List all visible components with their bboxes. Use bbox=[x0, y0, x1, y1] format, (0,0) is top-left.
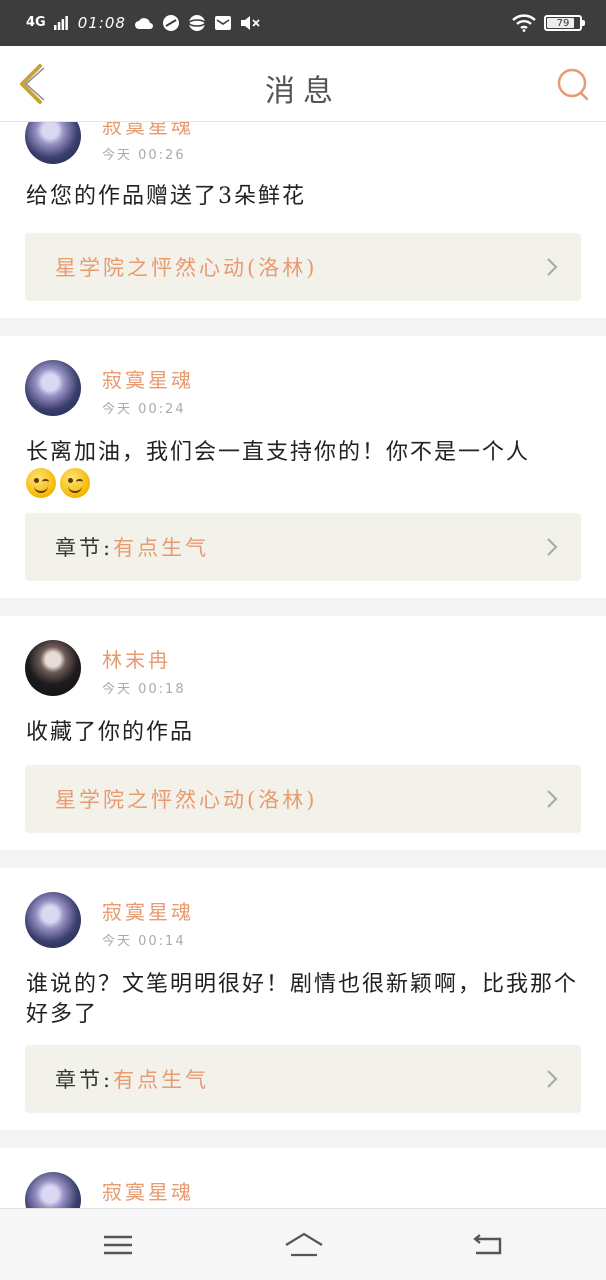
timestamp: 今天 00:26 bbox=[102, 148, 186, 163]
message-card: 寂寞星魂 今天 00:26 给您的作品赠送了3朵鲜花 星学院之怦然心动(洛林) bbox=[0, 122, 606, 318]
username[interactable]: 寂寞星魂 bbox=[102, 1176, 194, 1205]
username[interactable]: 寂寞星魂 bbox=[102, 364, 194, 393]
battery-level: 79 bbox=[556, 17, 570, 29]
status-right: 79 bbox=[512, 14, 585, 32]
page-title: 消息 bbox=[265, 74, 341, 109]
wink-emoji-icon bbox=[26, 468, 56, 498]
wink-emoji-icon bbox=[60, 468, 90, 498]
avatar[interactable] bbox=[25, 122, 81, 164]
avatar[interactable] bbox=[25, 360, 81, 416]
signal-icon bbox=[53, 16, 68, 30]
username[interactable]: 寂寞星魂 bbox=[102, 122, 194, 139]
timestamp: 今天 00:24 bbox=[102, 402, 186, 417]
message-content: 长离加油，我们会一直支持你的！你不是一个人 bbox=[26, 438, 580, 498]
chevron-right-icon bbox=[547, 258, 558, 276]
link-prefix: 章节: bbox=[55, 1068, 114, 1092]
chevron-right-icon bbox=[547, 790, 558, 808]
message-text: 长离加油，我们会一直支持你的！你不是一个人 bbox=[26, 440, 531, 465]
wifi-icon bbox=[512, 14, 536, 32]
link-prefix: 章节: bbox=[55, 536, 114, 560]
link-text: 有点生气 bbox=[113, 1068, 210, 1092]
menu-icon[interactable] bbox=[98, 1229, 138, 1261]
link-text: 有点生气 bbox=[113, 536, 210, 560]
battery-indicator: 79 bbox=[544, 15, 585, 31]
avatar[interactable] bbox=[25, 892, 81, 948]
home-icon[interactable] bbox=[283, 1229, 325, 1261]
mute-icon bbox=[240, 16, 260, 30]
clock: 01:08 bbox=[77, 14, 126, 32]
message-card: 林末冉 今天 00:18 收藏了你的作品 星学院之怦然心动(洛林) bbox=[0, 616, 606, 850]
chevron-right-icon bbox=[547, 1070, 558, 1088]
message-card: 寂寞星魂 今天 00:14 谁说的？文笔明明很好！剧情也很新颖啊，比我那个好多了… bbox=[0, 868, 606, 1130]
app-notification-icon bbox=[162, 15, 179, 31]
link-text: 星学院之怦然心动(洛林) bbox=[55, 788, 318, 812]
message-content: 谁说的？文笔明明很好！剧情也很新颖啊，比我那个好多了 bbox=[26, 972, 579, 1027]
return-icon[interactable] bbox=[468, 1229, 508, 1261]
search-icon bbox=[557, 68, 589, 101]
search-button[interactable] bbox=[554, 66, 592, 104]
network-indicator: 4G bbox=[26, 15, 46, 30]
mail-icon bbox=[214, 16, 231, 30]
status-left: 4G 01:08 bbox=[26, 14, 260, 32]
link-text: 星学院之怦然心动(洛林) bbox=[55, 256, 318, 280]
message-content: 收藏了你的作品 bbox=[26, 720, 195, 745]
top-bar: 消息 bbox=[0, 46, 606, 122]
timestamp: 今天 00:18 bbox=[102, 682, 186, 697]
username[interactable]: 寂寞星魂 bbox=[102, 896, 194, 925]
chapter-link[interactable]: 章节: 有点生气 bbox=[25, 513, 581, 581]
avatar[interactable] bbox=[25, 640, 81, 696]
work-link[interactable]: 星学院之怦然心动(洛林) bbox=[25, 765, 581, 833]
chapter-link[interactable]: 章节: 有点生气 bbox=[25, 1045, 581, 1113]
browser-icon bbox=[188, 15, 206, 31]
message-content: 给您的作品赠送了3朵鲜花 bbox=[26, 184, 306, 209]
system-nav-bar bbox=[0, 1208, 606, 1280]
message-card: 寂寞星魂 今天 00:24 长离加油，我们会一直支持你的！你不是一个人 章节: … bbox=[0, 336, 606, 598]
timestamp: 今天 00:14 bbox=[102, 934, 186, 949]
work-link[interactable]: 星学院之怦然心动(洛林) bbox=[25, 233, 581, 301]
avatar[interactable] bbox=[25, 1172, 81, 1208]
cloud-icon bbox=[134, 18, 153, 29]
chevron-right-icon bbox=[547, 538, 558, 556]
message-list[interactable]: 寂寞星魂 今天 00:26 给您的作品赠送了3朵鲜花 星学院之怦然心动(洛林) … bbox=[0, 122, 606, 1208]
message-card: 寂寞星魂 bbox=[0, 1148, 606, 1208]
username[interactable]: 林末冉 bbox=[102, 644, 171, 673]
status-bar: 4G 01:08 79 bbox=[0, 0, 606, 46]
